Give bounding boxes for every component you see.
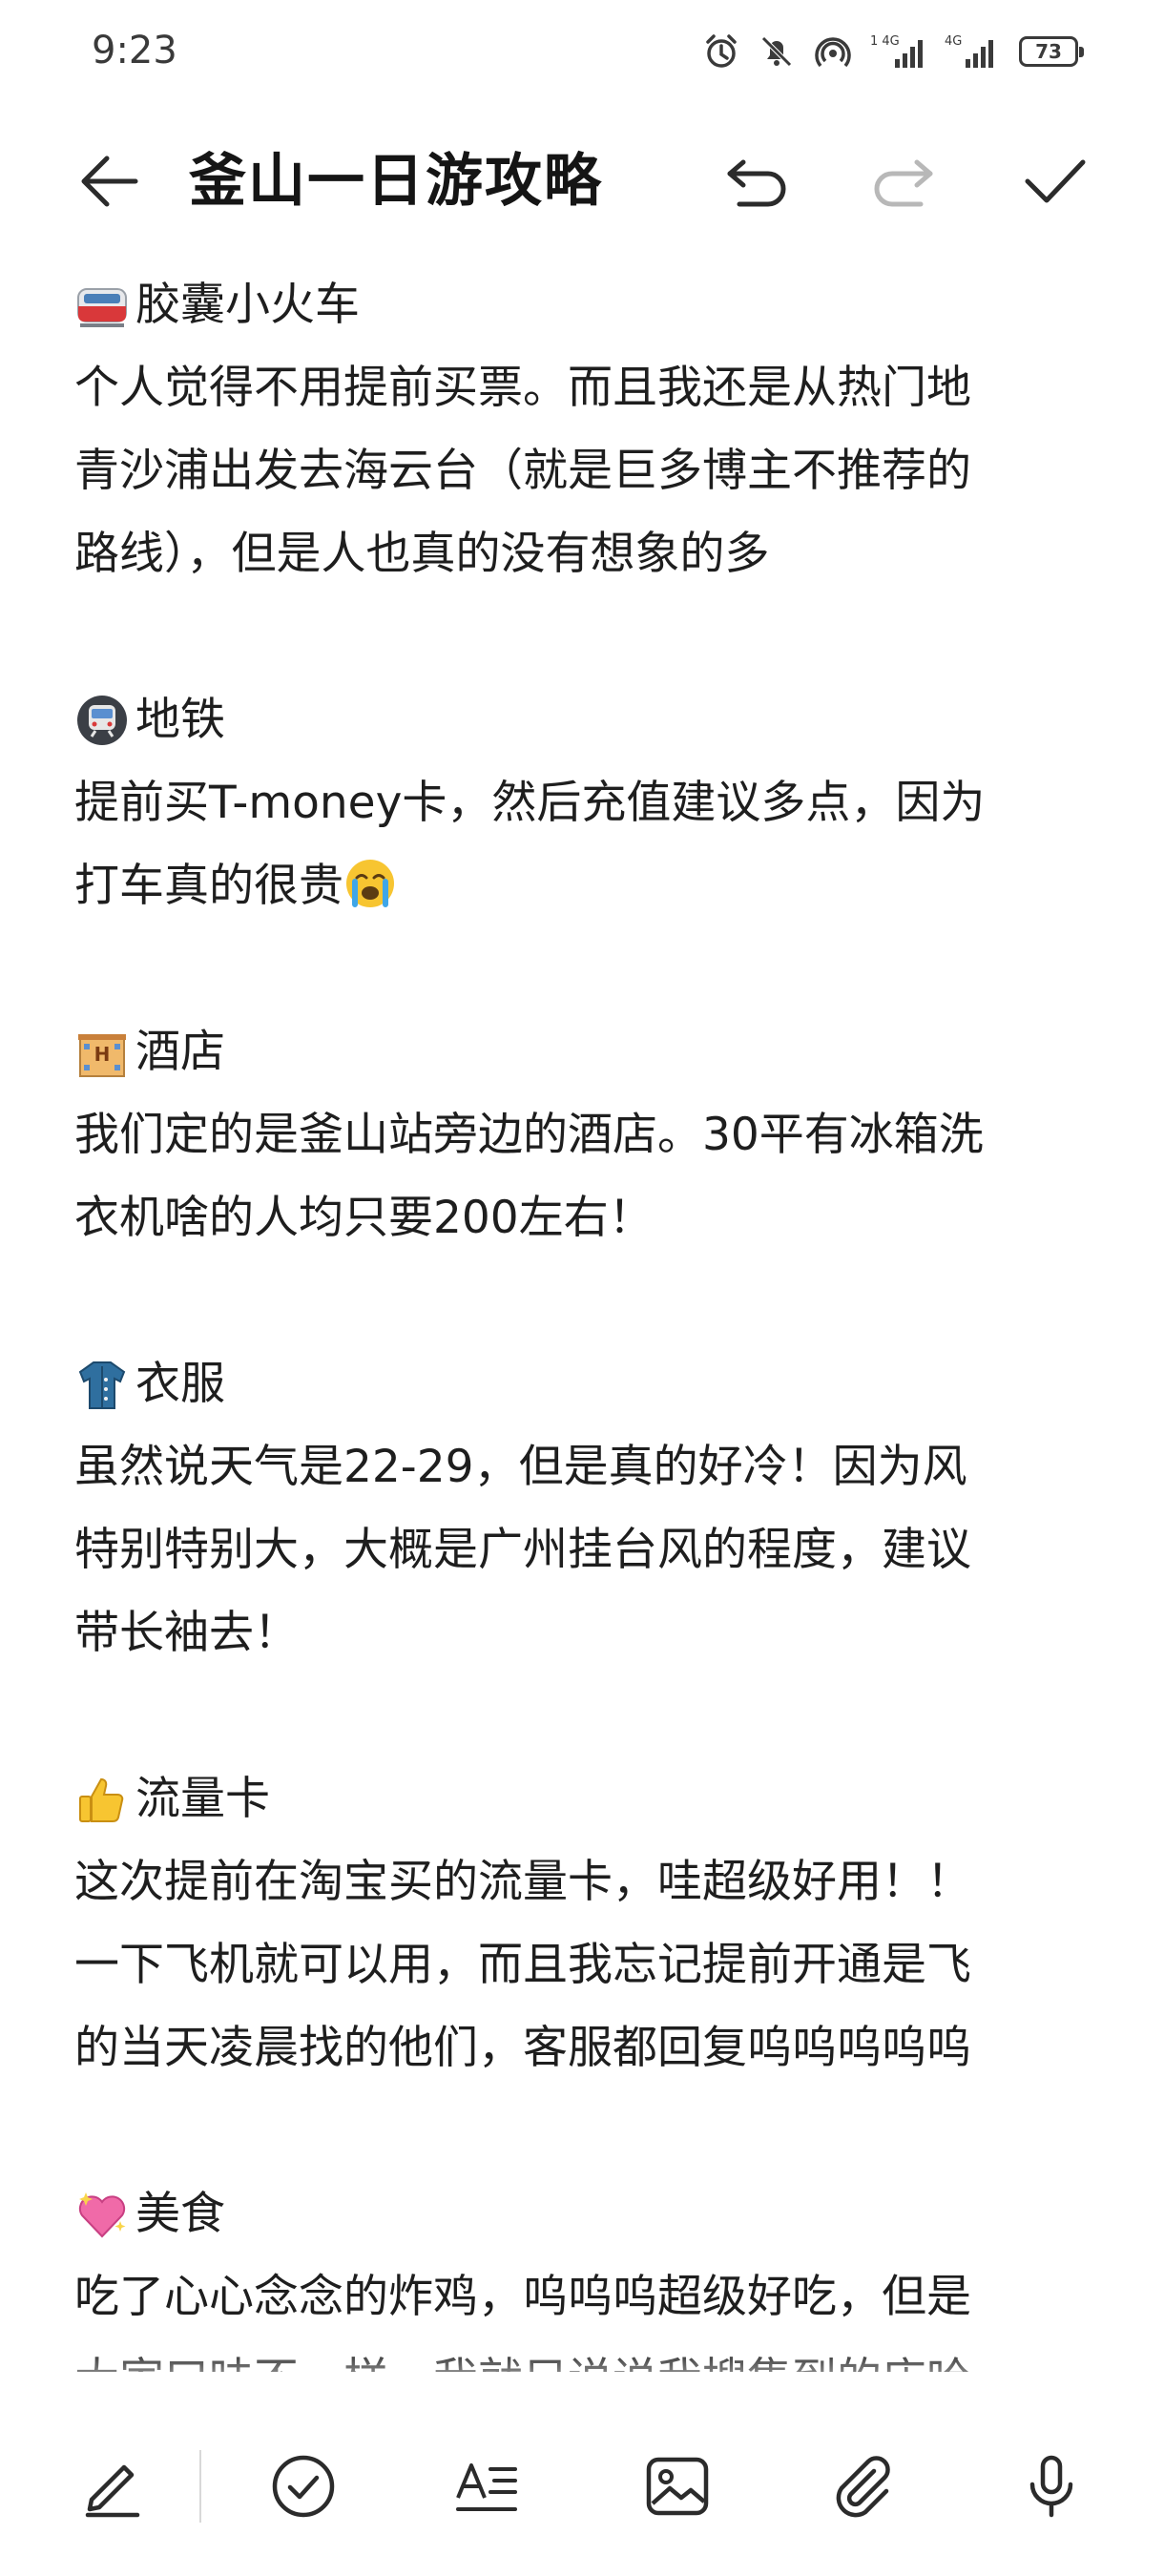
undo-button[interactable] — [714, 143, 800, 219]
metro-emoji — [74, 693, 130, 748]
back-button[interactable] — [67, 143, 153, 219]
section-heading-hotel: H 酒店 — [74, 1010, 1105, 1093]
hotel-emoji: H — [74, 1025, 130, 1080]
signal-4g-icon: 1 4G — [870, 32, 927, 71]
text-style-button[interactable] — [439, 2439, 534, 2534]
status-time: 9:23 — [92, 29, 177, 73]
note-toolbar: 釜山一日游攻略 — [0, 124, 1164, 239]
insert-image-button[interactable] — [630, 2439, 725, 2534]
section-heading-clothes: 衣服 — [74, 1342, 1105, 1425]
section-heading-text: 地铁 — [135, 694, 225, 746]
note-line: 带长袖去！ — [74, 1607, 299, 1659]
redo-button[interactable] — [861, 143, 946, 219]
svg-text:4G: 4G — [945, 34, 962, 49]
crying-face-emoji — [343, 857, 397, 910]
note-line: 的当天凌晨找的他们，客服都回复呜呜呜呜呜 — [74, 2022, 971, 2074]
section-heading-text: 流量卡 — [135, 1773, 270, 1825]
voice-input-button[interactable] — [1004, 2439, 1099, 2534]
note-line: 衣机啥的人均只要200左右！ — [74, 1192, 654, 1244]
sparkling-heart-emoji — [74, 2187, 130, 2242]
image-icon — [646, 2457, 709, 2516]
thumbs-up-emoji — [74, 1772, 130, 1827]
note-line: 这次提前在淘宝买的流量卡，哇超级好用！！ — [74, 1856, 971, 1908]
note-editor[interactable]: 胶囊小火车 个人觉得不用提前买票。而且我还是从热门地 青沙浦出发去海云台（就是巨… — [74, 263, 1105, 2372]
note-line: 青沙浦出发去海云台（就是巨多博主不推荐的 — [74, 445, 971, 497]
mute-icon — [758, 32, 796, 71]
svg-text:1 4G: 1 4G — [870, 34, 900, 49]
note-line: 个人觉得不用提前买票。而且我还是从热门地 — [74, 362, 971, 414]
note-line: 吃了心心念念的炸鸡，呜呜呜超级好吃，但是 — [74, 2271, 971, 2323]
attachment-button[interactable] — [817, 2439, 912, 2534]
note-title[interactable]: 釜山一日游攻略 — [189, 143, 603, 219]
bottom-toolbar — [0, 2404, 1164, 2576]
section-heading-text: 衣服 — [135, 1358, 225, 1410]
battery-icon: 73 — [1019, 36, 1084, 67]
confirm-button[interactable] — [1011, 143, 1097, 219]
note-line: 特别特别大，大概是广州挂台风的程度，建议 — [74, 1524, 971, 1576]
check-icon — [1025, 159, 1086, 203]
section-heading-text: 胶囊小火车 — [135, 279, 360, 331]
status-bar: 9:23 1 4G 4G 73 — [0, 0, 1164, 114]
editor-fade — [0, 2347, 1164, 2404]
svg-text:H: H — [94, 1043, 111, 1066]
note-line: 虽然说天气是22-29，但是真的好冷！因为风 — [74, 1441, 967, 1493]
microphone-icon — [1029, 2455, 1073, 2518]
handwriting-button[interactable] — [65, 2439, 160, 2534]
train-emoji — [74, 278, 130, 333]
note-line: 一下飞机就可以用，而且我忘记提前开通是飞 — [74, 1939, 971, 1991]
section-heading-train: 胶囊小火车 — [74, 263, 1105, 346]
section-heading-metro: 地铁 — [74, 678, 1105, 761]
checklist-icon — [272, 2455, 335, 2518]
note-line: 路线），但是人也真的没有想象的多 — [74, 528, 770, 580]
section-heading-food: 美食 — [74, 2172, 1105, 2255]
alarm-icon — [702, 32, 740, 71]
text-style-icon — [456, 2463, 517, 2511]
note-line-text: 打车真的很贵 — [74, 860, 343, 912]
note-line: 我们定的是釜山站旁边的酒店。30平有冰箱洗 — [74, 1109, 984, 1161]
section-heading-text: 酒店 — [135, 1026, 225, 1078]
back-arrow-icon — [81, 156, 138, 207]
attachment-icon — [836, 2456, 890, 2518]
status-icons: 1 4G 4G 73 — [702, 32, 1084, 71]
note-line: 打车真的很贵 — [74, 844, 1105, 927]
undo-icon — [727, 159, 786, 207]
section-heading-text: 美食 — [135, 2188, 225, 2240]
section-heading-data-card: 流量卡 — [74, 1757, 1105, 1840]
checklist-button[interactable] — [256, 2439, 351, 2534]
signal-4g-icon-2: 4G — [945, 32, 1002, 71]
coat-emoji — [74, 1357, 130, 1412]
hotspot-icon — [813, 32, 853, 71]
note-line: 提前买T-money卡，然后充值建议多点，因为 — [74, 777, 986, 829]
handwriting-pen-icon — [85, 2464, 140, 2518]
redo-icon — [874, 159, 933, 207]
toolbar-divider — [199, 2450, 201, 2523]
